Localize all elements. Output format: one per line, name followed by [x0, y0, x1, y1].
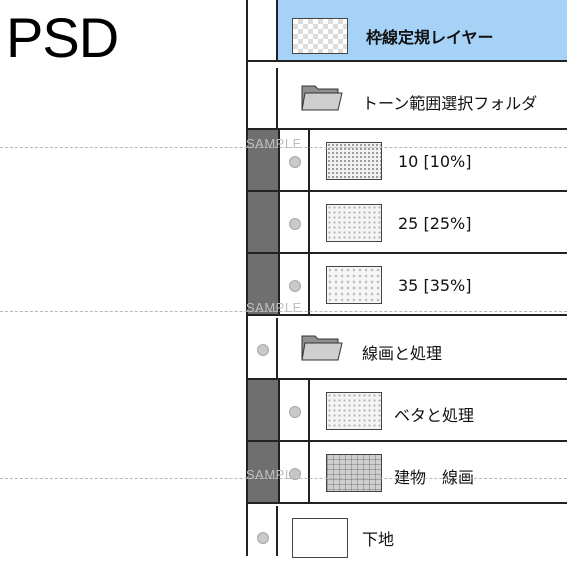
layer-name: 線画と処理 [362, 344, 443, 363]
layer-name: 35 [35%] [398, 276, 472, 295]
visibility-toggle[interactable] [248, 68, 278, 128]
visibility-toggle[interactable] [278, 192, 310, 252]
layer-row-ruler[interactable]: 枠線定規レイヤー [248, 0, 567, 62]
layer-row-tone-25[interactable]: 25 [25%] [248, 192, 567, 254]
psd-label: PSD [6, 6, 119, 69]
layer-name: 下地 [362, 530, 395, 549]
layer-thumbnail [326, 454, 382, 492]
visibility-toggle[interactable] [248, 0, 278, 60]
layer-thumbnail [326, 204, 382, 242]
layer-thumbnail [292, 18, 348, 54]
visibility-toggle[interactable] [248, 318, 278, 378]
layer-name: 25 [25%] [398, 214, 472, 233]
layer-row-line-folder[interactable]: 線画と処理 [248, 318, 567, 380]
clip-indicator [248, 380, 278, 440]
visibility-dot-icon [289, 280, 301, 292]
visibility-toggle[interactable] [278, 380, 310, 440]
layer-name: トーン範囲選択フォルダ [362, 94, 538, 113]
layer-name: 10 [10%] [398, 152, 472, 171]
layer-row-base[interactable]: 下地 [248, 506, 567, 558]
layer-name: 枠線定規レイヤー [366, 28, 494, 47]
watermark: SAMPLE [246, 300, 302, 315]
visibility-dot-icon [289, 406, 301, 418]
visibility-dot-icon [257, 532, 269, 544]
layer-name: 建物 線画 [394, 468, 475, 487]
visibility-dot-icon [257, 344, 269, 356]
watermark: SAMPLE [246, 136, 302, 151]
clip-indicator [248, 192, 278, 252]
watermark: SAMPLE [246, 467, 302, 482]
layer-thumbnail [326, 266, 382, 304]
visibility-toggle[interactable] [248, 506, 278, 556]
layer-row-fill[interactable]: ベタと処理 [248, 380, 567, 442]
layer-row-tone-folder[interactable]: トーン範囲選択フォルダ [248, 68, 567, 130]
visibility-dot-icon [289, 218, 301, 230]
layer-thumbnail [326, 392, 382, 430]
layer-name: ベタと処理 [394, 406, 475, 425]
folder-icon [301, 335, 343, 361]
visibility-dot-icon [289, 156, 301, 168]
folder-icon [301, 85, 343, 111]
layer-thumbnail [292, 518, 348, 558]
